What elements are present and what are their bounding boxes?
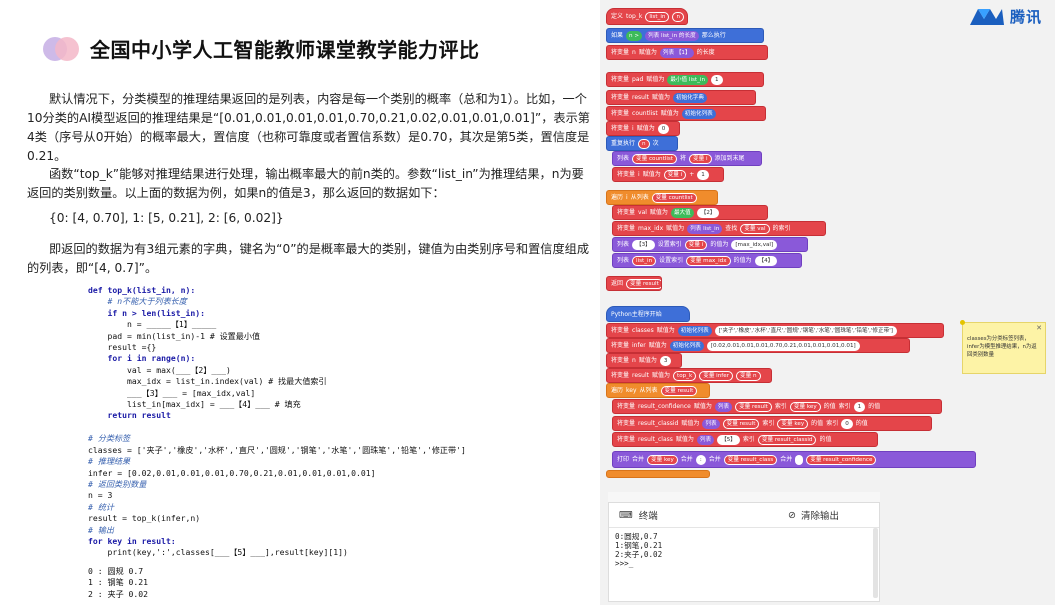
block-define[interactable]: 定义 top_k list_in n [606, 8, 688, 25]
code-line: result = top_k(infer,n) [88, 513, 201, 524]
slide-logo [43, 37, 79, 61]
code-line: for i in range(n): [88, 353, 196, 364]
block-i-plus[interactable]: 将变量 i 赋值为 变量 i +1 [612, 167, 724, 182]
code-line: pad = min(list_in)-1 # 设置最小值 [88, 330, 261, 341]
block-set-result[interactable]: 将变量 result 赋值为 初始化字典 [606, 90, 756, 105]
block-set-result-index[interactable]: 列表 【3】 设置索引 变量 i 的值为 [max_idx,val] [612, 237, 808, 252]
block-set-i[interactable]: 将变量 i 赋值为 0 [606, 121, 680, 136]
code-line: # n不能大于列表长度 [88, 296, 187, 307]
brand-icon [970, 9, 1004, 25]
slide-panel: 全国中小学人工智能教师课堂教学能力评比 默认情况下，分类模型的推理结果返回的是列… [0, 0, 600, 605]
output-listing: 0 : 圆规 0.7 1 : 钢笔 0.21 2 : 夹子 0.02 [88, 566, 148, 600]
clear-output-label: 清除输出 [800, 511, 839, 522]
terminal-line: 0:圆规,0.7 [615, 532, 658, 541]
terminal-output: 0:圆规,0.7 1:钢笔,0.21 2:夹子,0.02 >>>_ [609, 528, 879, 572]
code-line: # 输出 [88, 524, 114, 535]
block-foreach-key[interactable]: 遍历 key 从列表 变量 result [606, 383, 710, 398]
block-foreach-end [606, 470, 710, 478]
code-line: # 统计 [88, 501, 114, 512]
terminal-panel: ⌨ 终端 ⊘ 清除输出 0:圆规,0.7 1:钢笔,0.21 2:夹子,0.02 >>>_ [608, 502, 880, 602]
paragraph-2: 函数“top_k”能够对推理结果进行处理，输出概率最大的前n类的。参数“list… [27, 167, 584, 200]
note-pin-icon [960, 320, 965, 325]
terminal-title: 终端 [638, 511, 658, 522]
code-line: ___【3】___ = [max_idx,val] [88, 387, 256, 398]
block-set-infer[interactable]: 将变量 infer 赋值为 初始化列表 [0.02,0.01,0.01,0.01,0.7… [606, 338, 910, 353]
code-line: n = 3 [88, 490, 113, 501]
block-set-classes[interactable]: 将变量 classes 赋值为 初始化列表 ['夹子','橡皮','水杯','直尺','… [606, 323, 944, 338]
block-if[interactable]: 如果 n > 列表 list_in 的长度 那么执行 [606, 28, 764, 43]
code-line: if n > len(list_in): [88, 307, 205, 318]
block-return[interactable]: 返回 变量 result [606, 276, 662, 291]
block-set-n[interactable]: 将变量 n 赋值为 列表 【1】 的长度 [606, 45, 768, 60]
block-set-rcl[interactable]: 将变量 result_classid 赋值为 列表 变量 result 索引 变量 key 的… [612, 416, 932, 431]
code-line: max_idx = list_in.index(val) # 找最大值索引 [88, 376, 327, 387]
note-text: classes为分类标签列表，infer为模型推理结果，n为返回类别数量 [967, 336, 1037, 358]
terminal-line: 2:夹子,0.02 [615, 550, 663, 559]
paragraph-3: {0: [4, 0.70], 1: [5, 0.21], 2: [6, 0.02… [49, 211, 284, 225]
block-set-max-idx[interactable]: 将变量 max_idx 赋值为 列表 list_in 查找 变量 val 的索引 [612, 221, 826, 236]
block-foreach[interactable]: 遍历 i 从列表 变量 countlist [606, 190, 718, 205]
block-set-list-in[interactable]: 列表 list_in 设置索引 变量 max_idx 的值为 【4】 [612, 253, 802, 268]
output-line: 0 : 圆规 0.7 [88, 566, 144, 576]
clear-icon: ⊘ [788, 509, 796, 521]
terminal-line: >>>_ [615, 559, 634, 568]
code-line: # 返回类别数量 [88, 478, 147, 489]
block-set-pad[interactable]: 将变量 pad 赋值为 最小值 list_in 1 [606, 72, 764, 87]
block-main-start[interactable]: Python主程序开始 [606, 306, 690, 322]
block-set-val[interactable]: 将变量 val 赋值为 最大值 【2】 [612, 205, 768, 220]
brand-logo: 腾讯 [968, 4, 1055, 28]
code-line: return result [88, 410, 171, 421]
brand-name: 腾讯 [1010, 7, 1043, 26]
block-set-rc[interactable]: 将变量 result_confidence 赋值为 列表 变量 result 索引 变量 k… [612, 399, 942, 414]
output-line: 1 : 钢笔 0.21 [88, 577, 149, 588]
comment-note[interactable]: ✕ classes为分类标签列表，infer为模型推理结果，n为返回类别数量 [960, 320, 1046, 374]
terminal-icon: ⌨ [619, 509, 633, 521]
code-line: # 分类标签 [88, 433, 131, 444]
paragraph-4: 即返回的数据为有3组元素的字典，键名为“0”的是概率最大的类别，键值为由类别序号… [27, 242, 590, 275]
clear-output-button[interactable]: ⊘ 清除输出 [788, 508, 839, 523]
code-listing: def top_k(list_in, n): # n不能大于列表长度 if n … [88, 285, 588, 559]
slide-title: 全国中小学人工智能教师课堂教学能力评比 [90, 38, 480, 62]
terminal-scrollbar[interactable] [873, 528, 878, 598]
block-repeat[interactable]: 重复执行 n 次 [606, 136, 678, 151]
code-line: classes = ['夹子','橡皮','水杯','直尺','圆规','钢笔'… [88, 444, 466, 455]
paragraph-1: 默认情况下，分类模型的推理结果返回的是列表，内容是每一个类别的概率（总和为1）。… [27, 92, 590, 163]
code-line: result ={} [88, 342, 157, 353]
terminal-line: 1:钢笔,0.21 [615, 541, 663, 550]
output-line: 2 : 夹子 0.02 [88, 588, 149, 599]
code-line: # 推理结果 [88, 456, 131, 467]
block-set-n-main[interactable]: 将变量 n 赋值为 3 [606, 353, 682, 368]
block-print[interactable]: 打印 合并 变量 key 合并: 合并 变量 result_class 合并 变量 resu… [612, 451, 976, 468]
code-line: list_in[max_idx] = ___【4】___ # 填充 [88, 399, 301, 410]
block-set-countlist[interactable]: 将变量 countlist 赋值为 初始化列表 [606, 106, 766, 121]
terminal-gap [608, 492, 880, 502]
code-line: val = max(___【2】___) [88, 364, 231, 375]
close-icon[interactable]: ✕ [1036, 324, 1042, 332]
code-line: infer = [0.02,0.01,0.01,0.01,0.70,0.21,0… [88, 467, 376, 478]
block-set-rclass[interactable]: 将变量 result_class 赋值为 列表 【5】 索引 变量 result_class… [612, 432, 878, 447]
code-line: for key in result: [88, 535, 176, 546]
code-line: def top_k(list_in, n): [88, 285, 196, 295]
code-line: print(key,':',classes[___【5】___],result[… [88, 547, 348, 558]
block-set-result-call[interactable]: 将变量 result 赋值为 top_k 变量 infer 变量 n [606, 368, 772, 383]
block-append[interactable]: 列表 变量 countlist 将变量 i 添加到末尾 [612, 151, 762, 166]
code-line: n = _____【1】_____ [88, 319, 217, 330]
screen: 全国中小学人工智能教师课堂教学能力评比 默认情况下，分类模型的推理结果返回的是列… [0, 0, 1055, 605]
